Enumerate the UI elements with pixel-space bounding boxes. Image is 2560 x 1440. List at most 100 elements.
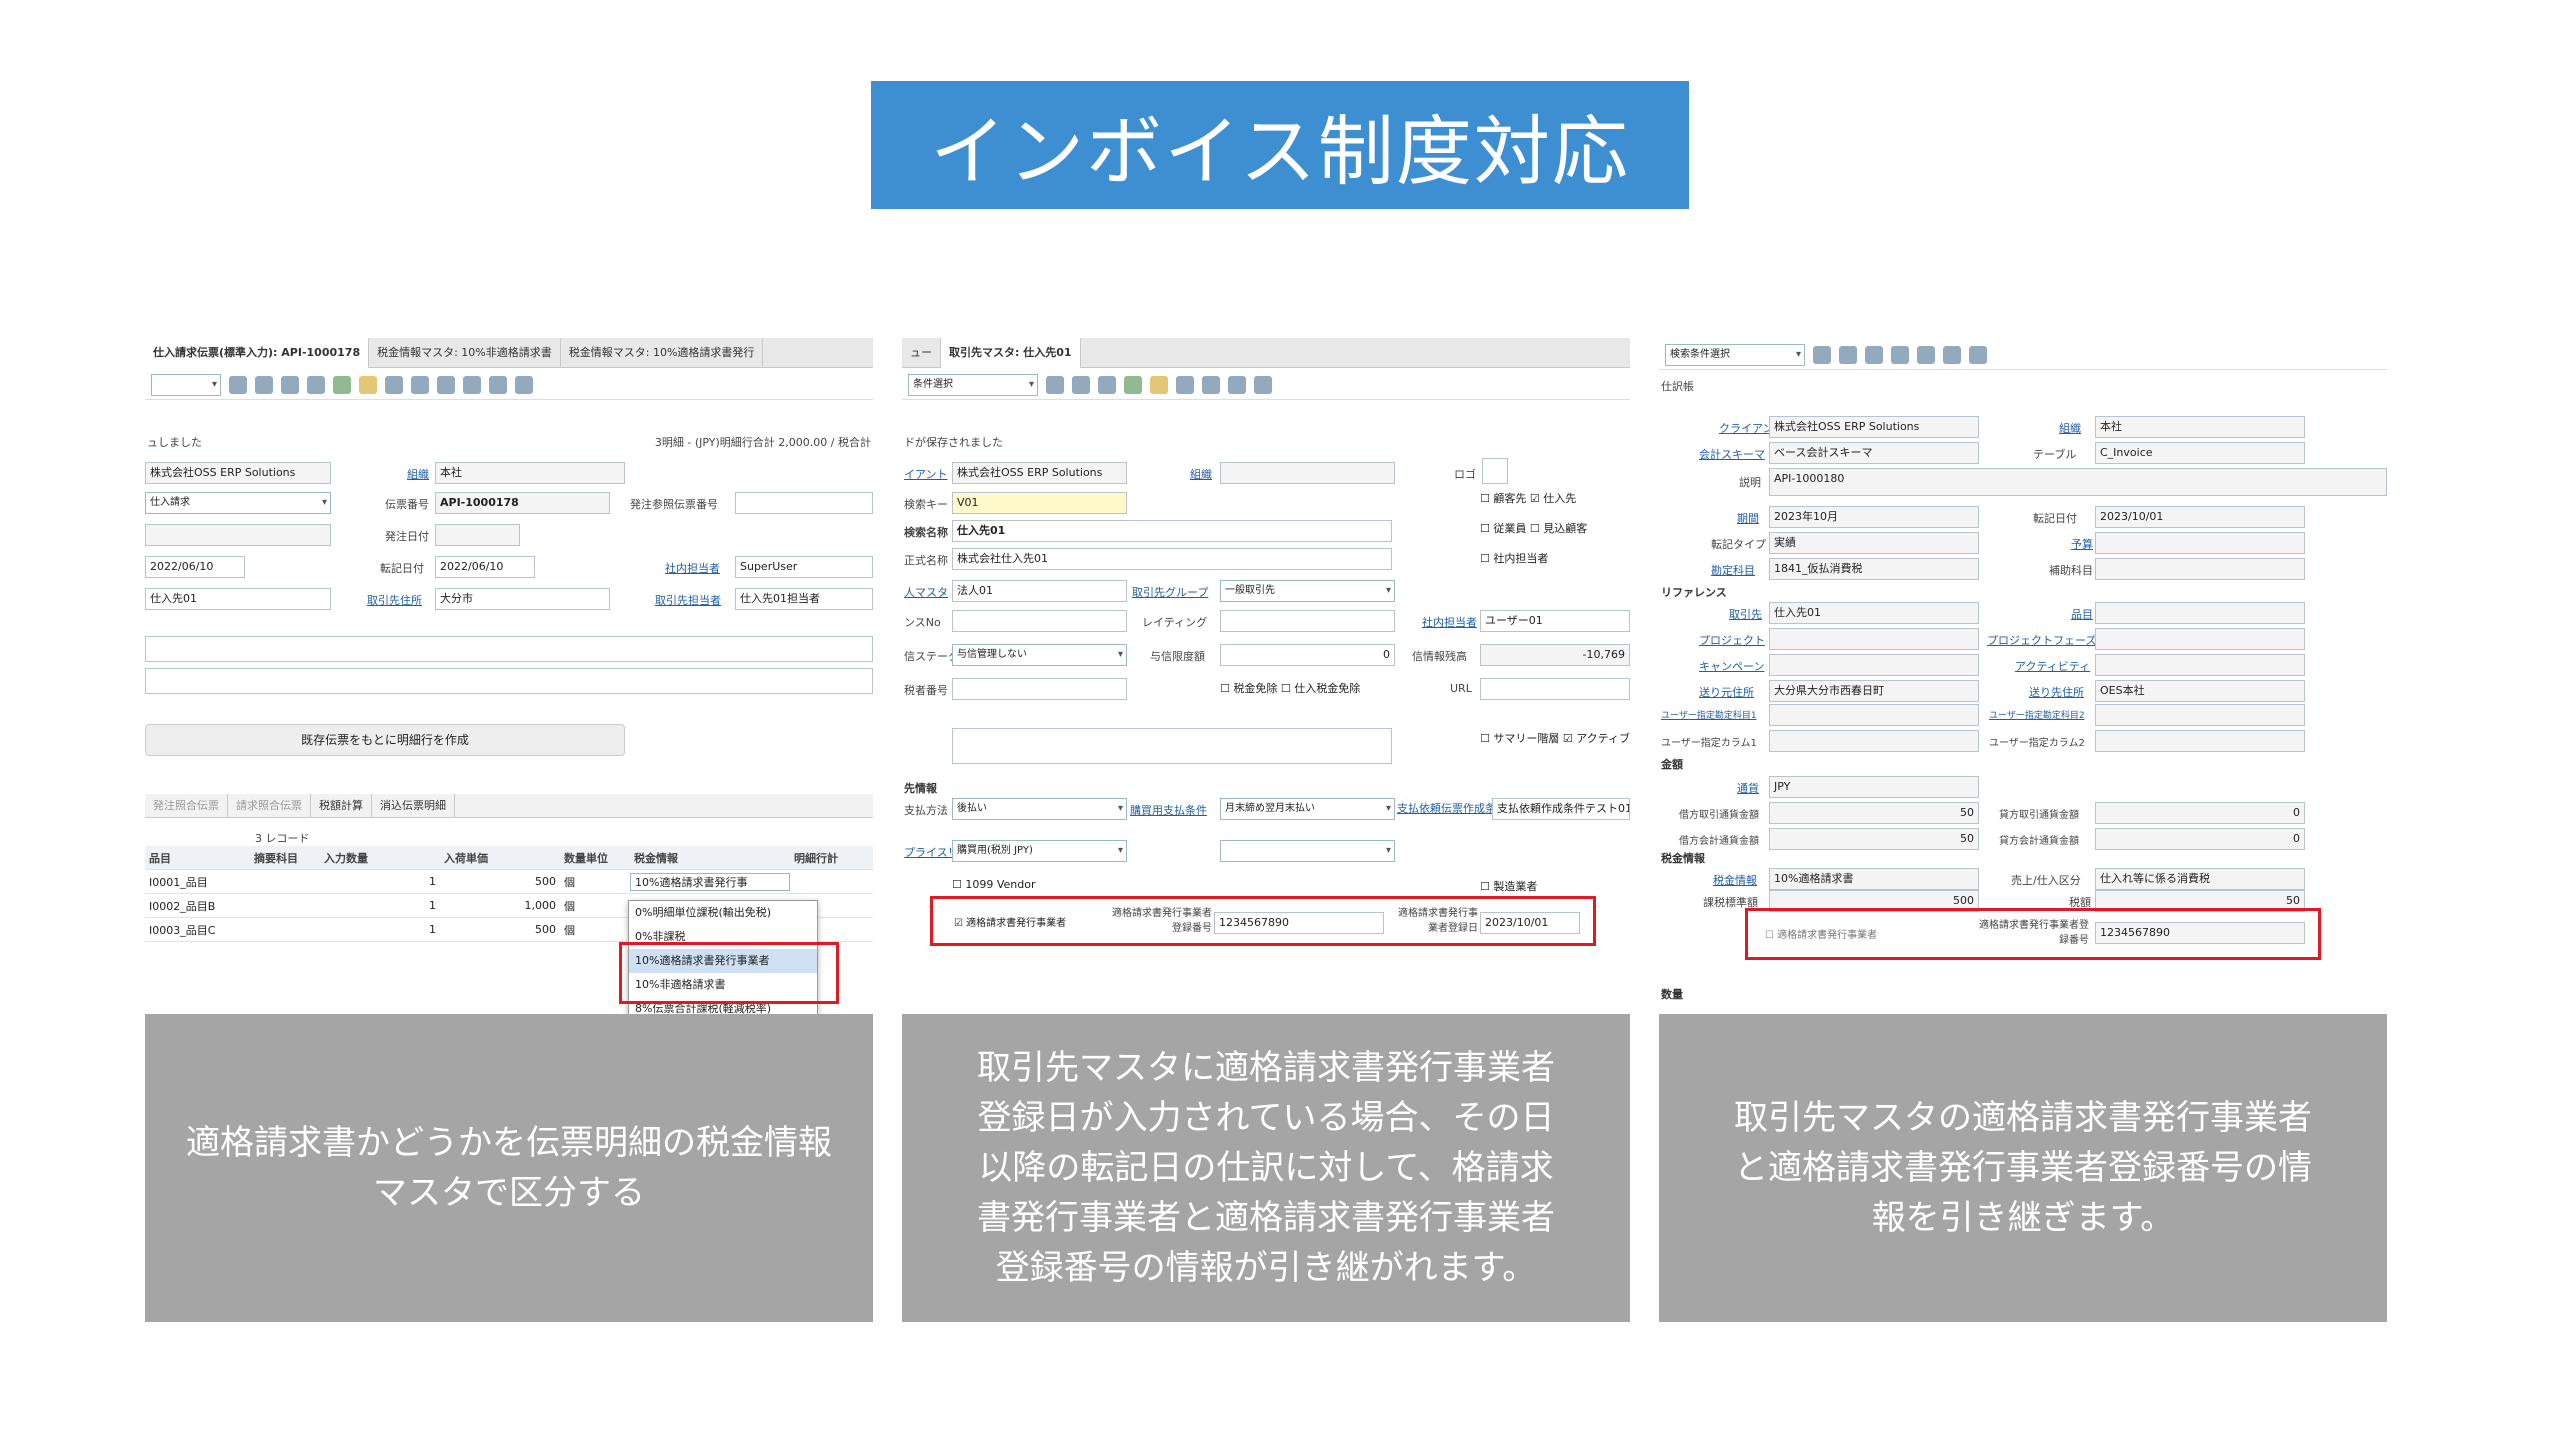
rating-field[interactable]	[1220, 610, 1395, 632]
name-field[interactable]: 仕入先01	[952, 520, 1392, 542]
tab-tax-qualified[interactable]: 税金情報マスタ: 10%適格請求書発行	[561, 338, 764, 368]
bpartner-field[interactable]: 仕入先01	[145, 588, 331, 610]
key-field[interactable]: V01	[952, 492, 1127, 514]
uc1-field[interactable]	[1769, 730, 1979, 752]
down-arrow-icon[interactable]	[515, 375, 533, 394]
period-field[interactable]: 2023年10月	[1769, 506, 1979, 528]
table-row[interactable]: I0001_品目 1 500 個 10%適格請求書発行事	[145, 870, 873, 894]
manufacturer-check[interactable]: ☐ 製造業者	[1480, 878, 1537, 894]
new-icon[interactable]	[255, 375, 273, 394]
url-field[interactable]	[1480, 678, 1630, 700]
ordref-field[interactable]	[735, 492, 873, 514]
new-icon[interactable]	[1072, 375, 1090, 394]
attachment-icon[interactable]	[1150, 375, 1168, 394]
subtab-allocation[interactable]: 消込伝票明細	[372, 794, 455, 818]
tab-invoice[interactable]: 仕入請求伝票(標準入力): API-1000178	[145, 338, 370, 368]
org-field[interactable]: 本社	[2095, 416, 2305, 438]
subtab-po-match[interactable]: 発注照合伝票	[145, 794, 228, 818]
tab-tax-nonqualified[interactable]: 税金情報マスタ: 10%非適格請求書	[369, 338, 561, 368]
client-field[interactable]: 株式会社OSS ERP Solutions	[1769, 416, 1979, 438]
licno-field[interactable]	[952, 610, 1127, 632]
row-item[interactable]: I0003_品目C	[145, 922, 250, 938]
activity-field[interactable]	[2095, 654, 2305, 676]
print-icon[interactable]	[437, 375, 455, 394]
rep-field[interactable]: ユーザー01	[1480, 610, 1630, 632]
employee-check[interactable]: ☐ 従業員 ☐ 見込顧客	[1480, 520, 1587, 536]
bpcontact-field[interactable]: 仕入先01担当者	[735, 588, 873, 610]
taxno-field[interactable]	[952, 678, 1127, 700]
report-icon[interactable]	[1202, 375, 1220, 394]
down-arrow-icon[interactable]	[1969, 345, 1987, 364]
gear-icon[interactable]	[1917, 345, 1935, 364]
copy-icon[interactable]	[1098, 375, 1116, 394]
dropdown-option[interactable]: 0%明細単位課税(輸出免税)	[629, 901, 817, 925]
uc2-field[interactable]	[2095, 730, 2305, 752]
row-qty[interactable]: 1	[320, 899, 440, 912]
new-icon[interactable]	[1839, 345, 1857, 364]
balance-field[interactable]: -10,769	[1480, 644, 1630, 666]
gear-icon[interactable]	[463, 375, 481, 394]
vendor1099-check[interactable]: ☐ 1099 Vendor	[952, 878, 1036, 891]
master-field[interactable]: 法人01	[952, 580, 1127, 602]
account-field[interactable]: 1841_仮払消費税	[1769, 558, 1979, 580]
note-field[interactable]	[145, 668, 873, 694]
salesrep-check[interactable]: ☐ 社内担当者	[1480, 550, 1548, 566]
bp-field[interactable]: 仕入先01	[1769, 602, 1979, 624]
type-field[interactable]: 実績	[1769, 532, 1979, 554]
credit-select[interactable]: 与信管理しない	[952, 644, 1127, 666]
report-icon[interactable]	[1891, 345, 1909, 364]
cr-src-field[interactable]: 0	[2095, 802, 2305, 824]
description-field[interactable]	[145, 636, 873, 662]
doctype-select[interactable]: 仕入請求	[145, 492, 331, 514]
fullname-field[interactable]: 株式会社仕入先01	[952, 548, 1392, 570]
tab-bpartner[interactable]: 取引先マスタ: 仕入先01	[941, 338, 1081, 368]
table-field[interactable]: C_Invoice	[2095, 442, 2305, 464]
orddate-field[interactable]	[435, 524, 520, 546]
save-icon[interactable]	[307, 375, 325, 394]
search-icon[interactable]	[1813, 345, 1831, 364]
taxtype-field[interactable]: 仕入れ等に係る消費税	[2095, 868, 2305, 890]
sub-field[interactable]	[2095, 558, 2305, 580]
bploc-field[interactable]: 大分市	[435, 588, 610, 610]
tax-field[interactable]: 10%適格請求書	[1769, 868, 1979, 890]
search-combo[interactable]: 検索条件選択	[1665, 343, 1805, 366]
row-qty[interactable]: 1	[320, 875, 440, 888]
vendor-check[interactable]: ☐ 顧客先 ☑ 仕入先	[1480, 490, 1576, 506]
campaign-field[interactable]	[1769, 654, 1979, 676]
cur-field[interactable]: JPY	[1769, 776, 1979, 798]
up-arrow-icon[interactable]	[1943, 345, 1961, 364]
client-field[interactable]: 株式会社OSS ERP Solutions	[145, 462, 331, 484]
invdate-field[interactable]: 2022/06/10	[145, 556, 245, 578]
taxexempt-check[interactable]: ☐ 税金免除 ☐ 仕入税金免除	[1220, 680, 1360, 696]
gear-icon[interactable]	[1228, 375, 1246, 394]
payterm-select[interactable]: 月末締め翌月末払い	[1220, 798, 1395, 820]
blank-field[interactable]	[145, 524, 331, 546]
description-field[interactable]	[952, 728, 1392, 764]
summary-check[interactable]: ☐ サマリー階層 ☑ アクティブ	[1480, 730, 1630, 746]
user1-field[interactable]	[1769, 704, 1979, 726]
group-select[interactable]: 一般取引先	[1220, 580, 1395, 602]
search-combo[interactable]: 条件選択	[908, 373, 1038, 396]
salesrep-field[interactable]: SuperUser	[735, 556, 873, 578]
po-price-select[interactable]	[1220, 840, 1395, 862]
refresh-icon[interactable]	[1176, 375, 1194, 394]
row-item[interactable]: I0002_品目B	[145, 898, 250, 914]
pay-select[interactable]: 後払い	[952, 798, 1127, 820]
subtab-tax[interactable]: 税額計算	[311, 794, 372, 818]
row-item[interactable]: I0001_品目	[145, 874, 250, 890]
process-icon[interactable]	[1124, 375, 1142, 394]
to-field[interactable]: OES本社	[2095, 680, 2305, 702]
budget-field[interactable]	[2095, 532, 2305, 554]
reqcond-field[interactable]: 支払依頼作成条件テスト01	[1492, 798, 1630, 820]
limit-field[interactable]: 0	[1220, 644, 1395, 666]
client-field[interactable]: 株式会社OSS ERP Solutions	[952, 462, 1127, 484]
row-price[interactable]: 500	[440, 923, 560, 936]
dr-src-field[interactable]: 50	[1769, 802, 1979, 824]
refresh-icon[interactable]	[1865, 345, 1883, 364]
row-price[interactable]: 1,000	[440, 899, 560, 912]
phase-field[interactable]	[2095, 628, 2305, 650]
copy-icon[interactable]	[281, 375, 299, 394]
schema-field[interactable]: ベース会計スキーマ	[1769, 442, 1979, 464]
row-uom[interactable]: 個	[560, 874, 630, 890]
org-field[interactable]: 本社	[435, 462, 625, 484]
